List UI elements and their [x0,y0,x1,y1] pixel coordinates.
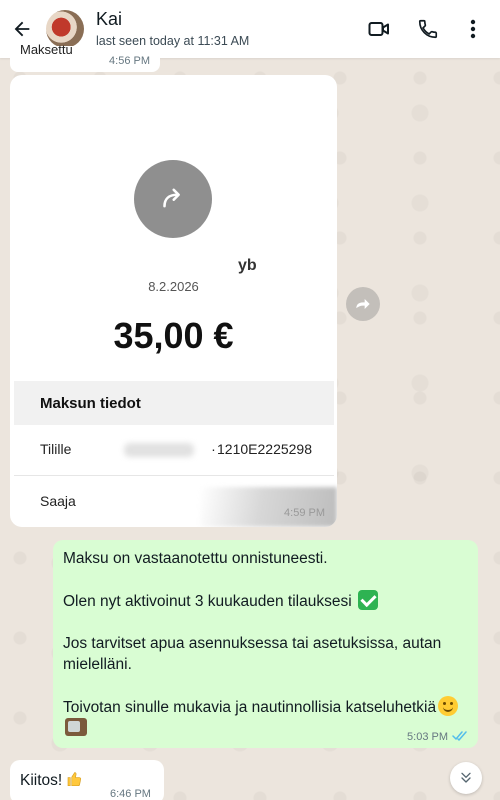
message-text-content: Kiitos! [20,772,63,789]
account-number-text: 1210E2225298 [215,441,312,457]
payment-image-bubble[interactable]: yb 8.2.2026 35,00 € Maksun tiedot Tilill… [10,75,337,527]
message-paragraph: Toivotan sinulle mukavia ja nautinnollis… [63,696,463,739]
row-label: Saaja [40,493,76,509]
message-time: 6:46 PM [110,788,151,800]
message-paragraph: Maksu on vastaanotettu onnistuneesti. [63,550,328,567]
voice-call-icon[interactable] [413,14,443,44]
outgoing-message-bubble[interactable]: Maksu on vastaanotettu onnistuneesti. Ol… [53,540,478,748]
transfer-arrow-icon [134,160,212,238]
payment-date: 8.2.2026 [148,279,199,294]
more-options-icon[interactable] [458,14,488,44]
contact-name: Kai [96,9,123,29]
payment-details-heading: Maksun tiedot [14,381,334,425]
message-meta: 5:03 PM [407,730,468,744]
message-time: 5:03 PM [407,731,448,743]
message-paragraph: Olen nyt aktivoinut 3 kuukauden tilaukse… [63,590,463,612]
message-time: 4:56 PM [109,55,150,67]
television-emoji-icon [65,718,87,736]
recipient-name-partial: yb [238,257,257,274]
payment-amount: 35,00 € [113,315,234,356]
message-paragraph-text: Olen nyt aktivoinut 3 kuukauden tilaukse… [63,593,352,610]
redacted-blur [124,443,194,457]
check-mark-emoji-icon [357,590,378,610]
contact-info[interactable]: Kai last seen today at 11:31 AM [96,8,249,50]
back-arrow-icon[interactable] [8,15,36,43]
message-time: 4:59 PM [284,507,325,519]
message-text: Maksettu [20,42,73,57]
message-text: Kiitos! [20,770,83,790]
thumbs-up-emoji-icon [65,770,83,789]
read-ticks-icon [452,730,468,744]
message-paragraph-text: Toivotan sinulle mukavia ja nautinnollis… [63,699,437,716]
previous-message-bubble: Maksettu 4:56 PM [10,42,160,72]
message-paragraph: Jos tarvitset apua asennuksessa tai aset… [63,635,442,673]
incoming-message-bubble[interactable]: Kiitos! 6:46 PM [10,760,164,800]
payment-row-account: Tilille · 1210E2225298 [14,425,334,476]
scroll-to-bottom-icon[interactable] [450,762,482,794]
row-value: · 1210E2225298 [211,441,312,457]
details-heading-text: Maksun tiedot [40,394,141,412]
row-label: Tilille [40,441,72,457]
video-call-icon[interactable] [364,14,394,44]
message-text: Maksu on vastaanotettu onnistuneesti. Ol… [63,548,463,739]
smiling-face-emoji-icon [438,696,459,716]
forward-icon[interactable] [346,287,380,321]
